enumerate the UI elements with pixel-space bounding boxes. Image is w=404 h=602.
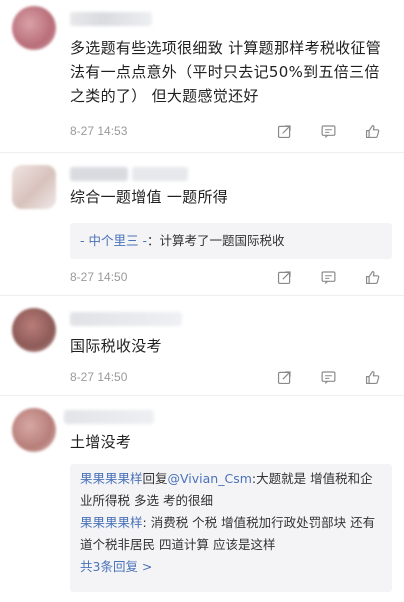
reply-username[interactable]: 果果果果样 — [80, 471, 143, 486]
comment-item: 多选题有些选项很细致 计算题那样考税收征管法有一点点意外（平时只去记50%到五倍… — [0, 0, 404, 160]
reply-item[interactable]: 果果果果样回复@Vivian_Csm:大题就是 增值税和企业所得税 多选 考的很… — [70, 464, 392, 512]
avatar[interactable] — [12, 308, 56, 352]
username-blurred[interactable] — [64, 410, 154, 424]
comment-icon[interactable] — [310, 122, 346, 140]
comment-item: 土增没考 果果果果样回复@Vivian_Csm:大题就是 增值税和企业所得税 多… — [0, 396, 404, 602]
username-blurred[interactable] — [70, 312, 182, 326]
avatar[interactable] — [12, 165, 56, 209]
reply-thread[interactable]: 果果果果样回复@Vivian_Csm:大题就是 增值税和企业所得税 多选 考的很… — [70, 464, 392, 592]
comment-item: 综合一题增值 一题所得 - 中个里三 -：计算考了一题国际税收 8-27 14:… — [0, 153, 404, 293]
comment-time: 8-27 14:53 — [70, 124, 128, 138]
share-icon[interactable] — [266, 368, 302, 386]
comment-time: 8-27 14:50 — [70, 370, 128, 384]
comment-icon[interactable] — [310, 268, 346, 286]
reply-text: 计算考了一题国际税收 — [159, 233, 285, 248]
username-blurred[interactable] — [70, 12, 152, 26]
reply-quote[interactable]: - 中个里三 -：计算考了一题国际税收 — [70, 223, 392, 259]
reply-item[interactable]: 果果果果样: 消费税 个税 增值税加行政处罚部块 还有道个税非居民 四道计算 应… — [70, 512, 392, 556]
comment-icon[interactable] — [310, 368, 346, 386]
like-icon[interactable] — [354, 268, 390, 286]
username-blurred[interactable] — [70, 167, 128, 181]
username-blurred — [132, 167, 188, 181]
reply-username[interactable]: - 中个里三 - — [80, 233, 147, 248]
comment-item: 国际税收没考 8-27 14:50 — [0, 296, 404, 396]
like-icon[interactable] — [354, 368, 390, 386]
view-more-replies-link[interactable]: 共3条回复 > — [70, 556, 392, 578]
comment-actions — [258, 122, 390, 140]
reply-username[interactable]: 果果果果样 — [80, 515, 143, 530]
reply-mention[interactable]: @Vivian_Csm — [168, 471, 252, 486]
avatar[interactable] — [12, 6, 56, 50]
comment-actions — [258, 268, 390, 286]
share-icon[interactable] — [266, 122, 302, 140]
comment-text: 多选题有些选项很细致 计算题那样考税收征管法有一点点意外（平时只去记50%到五倍… — [70, 39, 382, 105]
share-icon[interactable] — [266, 268, 302, 286]
avatar[interactable] — [12, 408, 56, 452]
like-icon[interactable] — [354, 122, 390, 140]
comment-actions — [258, 368, 390, 386]
comment-time: 8-27 14:50 — [70, 270, 128, 284]
comment-text: 国际税收没考 — [70, 337, 162, 355]
comment-text: 综合一题增值 一题所得 — [70, 188, 229, 206]
comment-text: 土增没考 — [70, 433, 132, 451]
